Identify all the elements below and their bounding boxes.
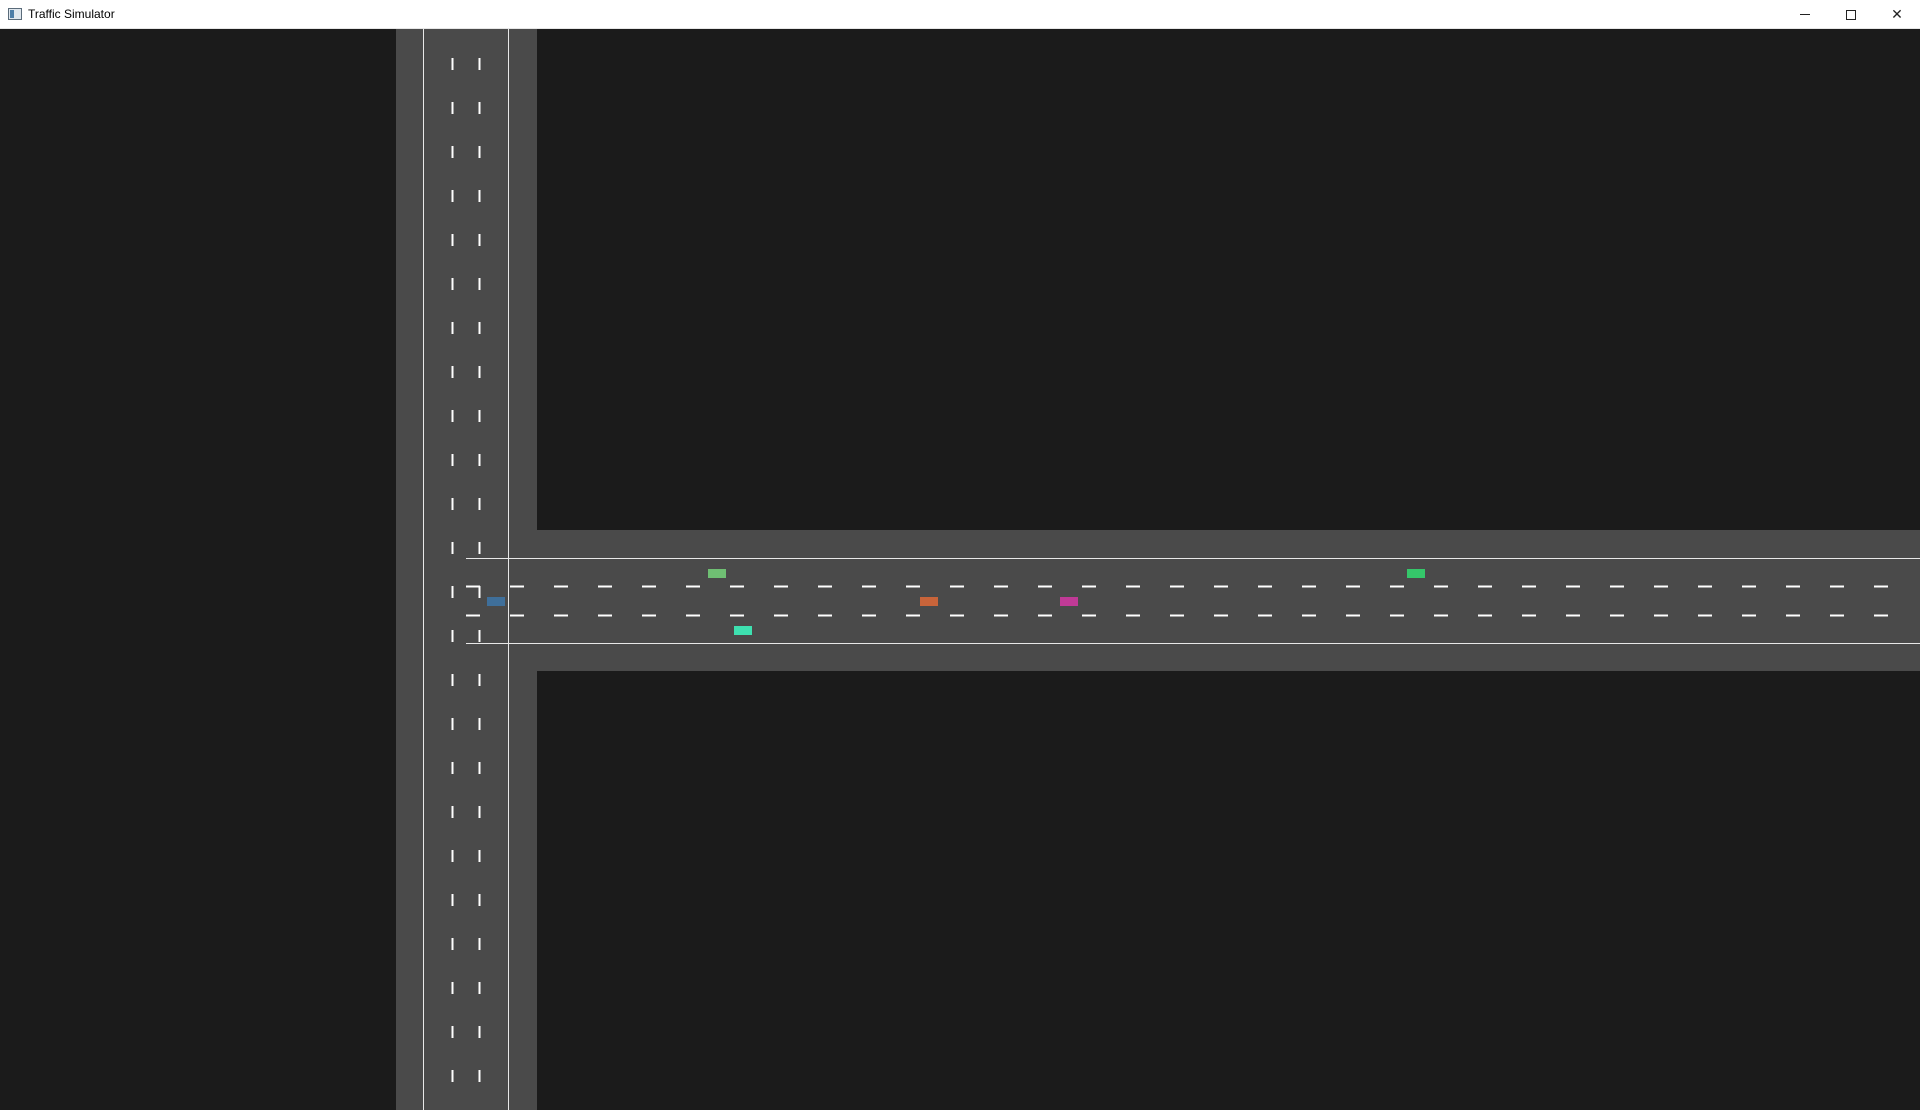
app-window-icon: [8, 8, 22, 20]
title-bar: Traffic Simulator ✕: [0, 0, 1920, 29]
maximize-icon: [1846, 9, 1856, 20]
window-title: Traffic Simulator: [28, 7, 115, 21]
close-button[interactable]: ✕: [1874, 0, 1920, 29]
vehicle-blue: [487, 597, 505, 606]
simulation-view: [396, 29, 1920, 1110]
vehicle-green: [1407, 569, 1425, 578]
horizontal-road: [396, 530, 1920, 671]
maximize-button[interactable]: [1828, 0, 1874, 29]
minimize-icon: [1800, 14, 1810, 15]
window-controls: ✕: [1782, 0, 1920, 29]
close-icon: ✕: [1891, 6, 1903, 23]
minimize-button[interactable]: [1782, 0, 1828, 29]
road-network: [396, 29, 1920, 1110]
vehicle-magenta: [1060, 597, 1078, 606]
vehicle-orange: [920, 597, 938, 606]
vehicle-green-light: [708, 569, 726, 578]
simulation-canvas[interactable]: [0, 29, 1920, 1110]
vehicle-teal: [734, 626, 752, 635]
